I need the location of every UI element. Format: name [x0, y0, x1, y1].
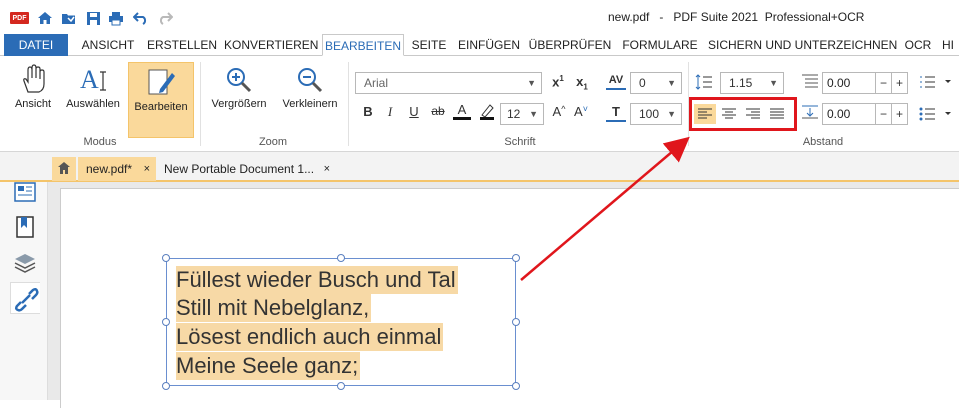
close-icon[interactable]: × [324, 157, 330, 181]
menu-bar: DATEI ANSICHT ERSTELLEN KONVERTIEREN BEA… [0, 34, 959, 56]
text-line[interactable]: Lösest endlich auch einmal [176, 323, 444, 351]
tab-new-portable-document[interactable]: New Portable Document 1... × [156, 157, 336, 181]
text-line[interactable]: Still mit Nebelglanz, [176, 294, 372, 322]
strikethrough-button[interactable]: ab [428, 104, 448, 118]
print-icon[interactable] [107, 9, 125, 27]
bearbeiten-button[interactable]: Bearbeiten [128, 62, 194, 138]
ansicht-button[interactable]: Ansicht [6, 62, 60, 118]
schrift-group-label: Schrift [504, 136, 536, 148]
space-after-icon [800, 104, 820, 123]
edit-document-icon [148, 69, 175, 95]
tab-ansicht[interactable]: ANSICHT [76, 34, 140, 56]
tab-new-pdf[interactable]: new.pdf* × [78, 157, 156, 181]
underline-button[interactable]: U [405, 104, 423, 119]
tab-formulare[interactable]: FORMULARE [618, 34, 702, 56]
resize-handle[interactable] [162, 382, 170, 390]
text-line[interactable]: Füllest wieder Busch und Tal [176, 266, 458, 294]
zoom-out-icon [298, 68, 323, 93]
highlight-pen-icon[interactable] [478, 102, 496, 123]
layers-icon[interactable] [14, 252, 36, 274]
space-before-icon [800, 74, 820, 93]
scale-select[interactable]: 100 ▼ [630, 103, 682, 125]
tab-seite[interactable]: SEITE [408, 34, 450, 56]
zoom-group-label: Zoom [258, 136, 288, 148]
tab-konvertieren[interactable]: KONVERTIEREN [224, 34, 318, 56]
char-spacing-icon: AV [606, 72, 626, 90]
app-logo: PDF [10, 12, 29, 24]
space-after-spinner[interactable]: 0.00 − + [822, 103, 908, 125]
modus-group-label: Modus [83, 136, 117, 148]
resize-handle[interactable] [512, 318, 520, 326]
document-tabs: new.pdf* × New Portable Document 1... × [0, 152, 959, 182]
tab-erstellen[interactable]: ERSTELLEN [146, 34, 218, 56]
separator [348, 62, 349, 146]
annotation-highlight-box [689, 97, 797, 131]
hand-icon [23, 64, 45, 93]
decrement-button[interactable]: − [875, 104, 891, 124]
superscript-icon[interactable]: x1 [548, 74, 568, 89]
open-folder-icon[interactable] [60, 9, 78, 27]
resize-handle[interactable] [162, 318, 170, 326]
char-spacing-select[interactable]: 0 ▼ [630, 72, 682, 94]
increment-button[interactable]: + [891, 73, 907, 93]
tab-ueberpruefen[interactable]: ÜBERPRÜFEN [528, 34, 612, 56]
page-thumbnails-icon[interactable] [14, 182, 36, 204]
home-tab-icon[interactable] [52, 157, 76, 181]
tab-bearbeiten[interactable]: BEARBEITEN [322, 34, 404, 56]
separator [200, 62, 201, 146]
home-icon[interactable] [36, 9, 54, 27]
font-name-select[interactable]: Arial ▼ [355, 72, 542, 94]
font-size-select[interactable]: 12 ▼ [500, 103, 544, 125]
links-icon[interactable] [10, 282, 40, 314]
shrink-font-button[interactable]: A˅ [572, 104, 590, 119]
font-color-button[interactable]: A [453, 102, 471, 120]
scale-icon: T [606, 104, 626, 122]
chevron-down-icon: ▼ [667, 109, 676, 119]
chevron-down-icon: ▼ [529, 109, 538, 119]
resize-handle[interactable] [337, 254, 345, 262]
bookmarks-icon[interactable] [14, 216, 36, 238]
tab-ocr[interactable]: OCR [900, 34, 936, 56]
window-title: new.pdf - PDF Suite 2021 Professional+OC… [608, 10, 865, 24]
auswaehlen-button[interactable]: A Auswählen [62, 62, 124, 118]
tab-sichern[interactable]: SICHERN UND UNTERZEICHNEN [708, 34, 897, 56]
text-select-icon: A [80, 65, 106, 94]
text-line[interactable]: Meine Seele ganz; [176, 352, 361, 380]
resize-handle[interactable] [337, 382, 345, 390]
decrement-button[interactable]: − [875, 73, 891, 93]
ribbon: Ansicht A Auswählen Bearbeiten Modus Ver… [0, 56, 959, 152]
undo-icon[interactable] [132, 9, 150, 27]
line-spacing-icon [694, 74, 714, 93]
zoom-in-icon [227, 68, 252, 93]
resize-handle[interactable] [162, 254, 170, 262]
grow-font-button[interactable]: A^ [550, 104, 568, 119]
resize-handle[interactable] [512, 254, 520, 262]
numbered-list-icon[interactable] [918, 74, 954, 93]
space-before-spinner[interactable]: 0.00 − + [822, 72, 908, 94]
save-icon[interactable] [84, 9, 102, 27]
left-sidebar: > [0, 152, 48, 400]
tab-hilfe[interactable]: HI [942, 34, 959, 56]
chevron-down-icon: ▼ [667, 78, 676, 88]
resize-handle[interactable] [512, 382, 520, 390]
close-icon[interactable]: × [144, 157, 150, 181]
tab-einfuegen[interactable]: EINFÜGEN [456, 34, 522, 56]
title-bar: PDF new.pdf - PDF Suite 2021 Professiona… [0, 0, 959, 34]
bullet-list-icon[interactable] [918, 106, 954, 125]
chevron-down-icon: ▼ [527, 78, 536, 88]
chevron-down-icon: ▼ [769, 78, 778, 88]
line-spacing-select[interactable]: 1.15 ▼ [720, 72, 784, 94]
svg-text:A: A [80, 65, 99, 94]
abstand-group-label: Abstand [802, 136, 844, 148]
tab-datei[interactable]: DATEI [4, 34, 68, 56]
italic-button[interactable]: I [383, 104, 397, 120]
bold-button[interactable]: B [360, 104, 376, 119]
verkleinern-button[interactable]: Verkleinern [276, 62, 344, 118]
vergroessern-button[interactable]: Vergrößern [206, 62, 272, 118]
subscript-icon[interactable]: x1 [572, 74, 592, 92]
redo-icon[interactable] [156, 9, 174, 27]
increment-button[interactable]: + [891, 104, 907, 124]
